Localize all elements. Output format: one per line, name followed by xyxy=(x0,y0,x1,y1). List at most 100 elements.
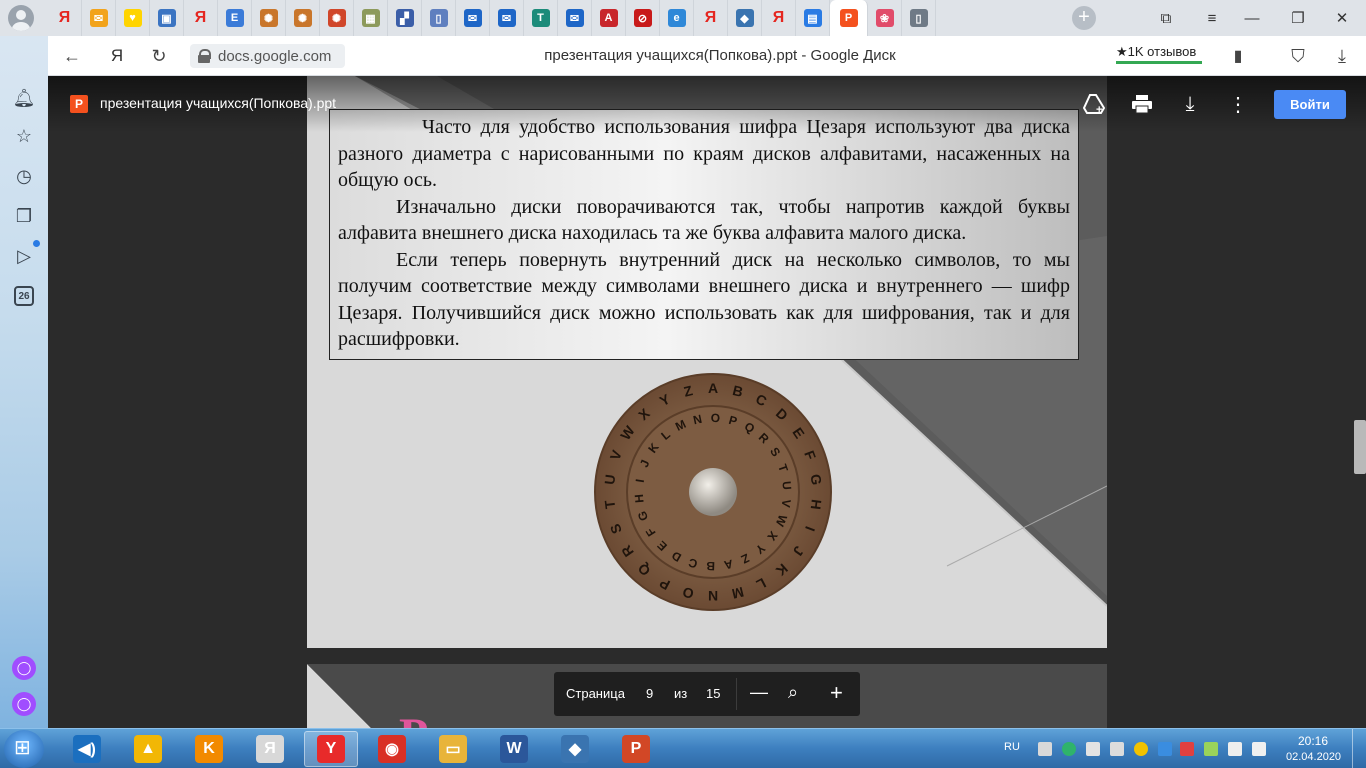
browser-tab[interactable]: ▞ xyxy=(388,0,422,36)
yandex-logo-icon[interactable]: Я xyxy=(103,42,131,70)
cipher-letter: N xyxy=(708,588,718,604)
restore-icon[interactable]: ❐ xyxy=(1278,0,1318,36)
monitor-tray-icon[interactable] xyxy=(1086,742,1100,756)
browser-tab[interactable]: Я xyxy=(48,0,82,36)
powerpoint-file-icon: P xyxy=(70,95,88,113)
taskbar-app-aimp[interactable]: ▲ xyxy=(121,731,175,767)
tabs-overview-icon[interactable]: ⧉ xyxy=(1146,0,1186,36)
shield-favicon-icon: ♥ xyxy=(123,9,142,27)
lock-tray-icon[interactable] xyxy=(1038,742,1052,756)
add-to-drive-icon[interactable]: + xyxy=(1080,90,1108,118)
show-desktop-button[interactable] xyxy=(1352,729,1366,768)
reviews-badge[interactable]: ★1K отзывов xyxy=(1116,42,1202,64)
taskbar-app-powerpoint[interactable]: P xyxy=(609,731,663,767)
zoom-out-button[interactable]: — xyxy=(750,682,768,703)
taskbar-app-audio[interactable]: ◀) xyxy=(60,731,114,767)
browser-tab-strip: Я ✉ ♥ ▣ Я E ✺ ✺ ✺ ▦ ▞ ▯ ✉ ✉ T ✉ A ⊘ e Я ◆ Я ▤ P ❀ ▯ + ⧉ ≡ — ❐ ✕ xyxy=(0,0,1366,36)
clock-date[interactable]: 02.04.2020 xyxy=(1286,751,1341,763)
back-arrow-icon[interactable]: ← xyxy=(58,42,86,70)
browser-tab[interactable]: Я xyxy=(694,0,728,36)
browser-tab[interactable]: T xyxy=(524,0,558,36)
print-icon[interactable] xyxy=(1128,90,1156,118)
download-icon[interactable]: ⤓ xyxy=(1176,90,1204,118)
calendar-icon[interactable]: 26 xyxy=(14,286,34,306)
minimize-icon[interactable]: — xyxy=(1232,0,1272,36)
browser-tab[interactable]: ♥ xyxy=(116,0,150,36)
browser-tab[interactable]: ◆ xyxy=(728,0,762,36)
mail-favicon-icon: ✉ xyxy=(463,9,482,27)
signal-tray-icon[interactable] xyxy=(1110,742,1124,756)
taskbar-app-python-idle[interactable]: ◆ xyxy=(548,731,602,767)
history-clock-icon[interactable]: ◷ xyxy=(12,164,36,188)
browser-tab[interactable]: ❀ xyxy=(868,0,902,36)
browser-tab[interactable]: ✉ xyxy=(82,0,116,36)
taskbar-app-word[interactable]: W xyxy=(487,731,541,767)
url-text: docs.google.com xyxy=(218,47,332,65)
image-favicon-icon: ❀ xyxy=(875,9,894,27)
browser-tab[interactable]: ▦ xyxy=(354,0,388,36)
browser-tab[interactable]: ✺ xyxy=(320,0,354,36)
browser-tab[interactable]: ▣ xyxy=(150,0,184,36)
collections-icon[interactable]: ❐ xyxy=(12,204,36,228)
display-tray-icon[interactable] xyxy=(1158,742,1172,756)
network-tray-icon[interactable] xyxy=(1204,742,1218,756)
alert-tray-icon[interactable] xyxy=(1180,742,1194,756)
current-page[interactable]: 9 xyxy=(646,686,653,701)
zoom-in-button[interactable]: + xyxy=(830,680,843,706)
clock-time[interactable]: 20:16 xyxy=(1298,734,1328,748)
compass-favicon-icon: ✺ xyxy=(259,9,278,27)
downloads-icon[interactable]: ⤓ xyxy=(1328,42,1356,70)
star-icon[interactable]: ☆ xyxy=(12,124,36,148)
volume-tray-icon[interactable] xyxy=(1252,742,1266,756)
scrollbar-thumb[interactable] xyxy=(1354,420,1366,474)
caesar-cipher-disk: A B CDEFGHIJKLMNOPQRSTUVWXY Z N O P QRSTUVWXYZ… xyxy=(594,373,832,611)
browser-tab[interactable]: e xyxy=(660,0,694,36)
address-bar[interactable]: docs.google.com xyxy=(190,44,345,68)
browser-tab[interactable]: Я xyxy=(762,0,796,36)
browser-tab[interactable]: A xyxy=(592,0,626,36)
taskbar-app-kinopoisk[interactable]: K xyxy=(182,731,236,767)
sign-in-button[interactable]: Войти xyxy=(1274,90,1346,119)
reload-icon[interactable]: ↻ xyxy=(145,42,173,70)
alice-chat-icon[interactable]: ◯ xyxy=(12,656,36,680)
browser-tab[interactable]: ✉ xyxy=(456,0,490,36)
play-icon[interactable]: ▷ xyxy=(12,244,36,268)
new-tab-button[interactable]: + xyxy=(1072,6,1096,30)
browser-tab[interactable]: P xyxy=(830,0,868,36)
alice-icon[interactable]: ◯ xyxy=(12,692,36,716)
browser-tab[interactable]: ⊘ xyxy=(626,0,660,36)
browser-tab[interactable]: ✉ xyxy=(490,0,524,36)
bookmark-icon[interactable]: ▮ xyxy=(1224,42,1252,70)
taskbar-app-yandex-browser-alt[interactable]: Я xyxy=(243,731,297,767)
slides-favicon-icon: ▤ xyxy=(803,9,822,27)
taskbar-app-yandex-browser[interactable]: Y xyxy=(304,731,358,767)
browser-tab[interactable]: E xyxy=(218,0,252,36)
browser-tab[interactable]: ✺ xyxy=(252,0,286,36)
close-icon[interactable]: ✕ xyxy=(1322,0,1362,36)
taskbar-app-explorer[interactable]: ▭ xyxy=(426,731,480,767)
security-tray-icon[interactable] xyxy=(1062,742,1076,756)
more-options-icon[interactable]: ⋮ xyxy=(1224,90,1252,118)
pdf-favicon-icon: A xyxy=(599,9,618,27)
browser-tab[interactable]: ✺ xyxy=(286,0,320,36)
taskbar-app-chrome[interactable]: ◉ xyxy=(365,731,419,767)
browser-tab[interactable]: ▯ xyxy=(902,0,936,36)
protect-icon[interactable]: ⛉ xyxy=(1284,42,1312,70)
lock-icon xyxy=(198,49,211,63)
cipher-letter: B xyxy=(706,559,715,573)
browser-tab[interactable]: ▯ xyxy=(422,0,456,36)
sun-tray-icon[interactable] xyxy=(1134,742,1148,756)
flag-tray-icon[interactable] xyxy=(1228,742,1242,756)
zoom-icon[interactable]: ⌕ xyxy=(788,682,798,703)
menu-icon[interactable]: ≡ xyxy=(1192,0,1232,36)
yandex-browser-icon: Y xyxy=(317,735,345,763)
file-name: презентация учащихся(Попкова).ppt xyxy=(100,95,337,111)
start-button[interactable] xyxy=(4,730,44,768)
profile-avatar-icon[interactable] xyxy=(8,5,34,31)
browser-tab[interactable]: Я xyxy=(184,0,218,36)
language-indicator[interactable]: RU xyxy=(1004,741,1020,753)
yandex-favicon-icon: Я xyxy=(704,9,717,26)
browser-tab[interactable]: ✉ xyxy=(558,0,592,36)
browser-tab[interactable]: ▤ xyxy=(796,0,830,36)
bell-icon[interactable]: 🔔︎ xyxy=(12,86,36,110)
